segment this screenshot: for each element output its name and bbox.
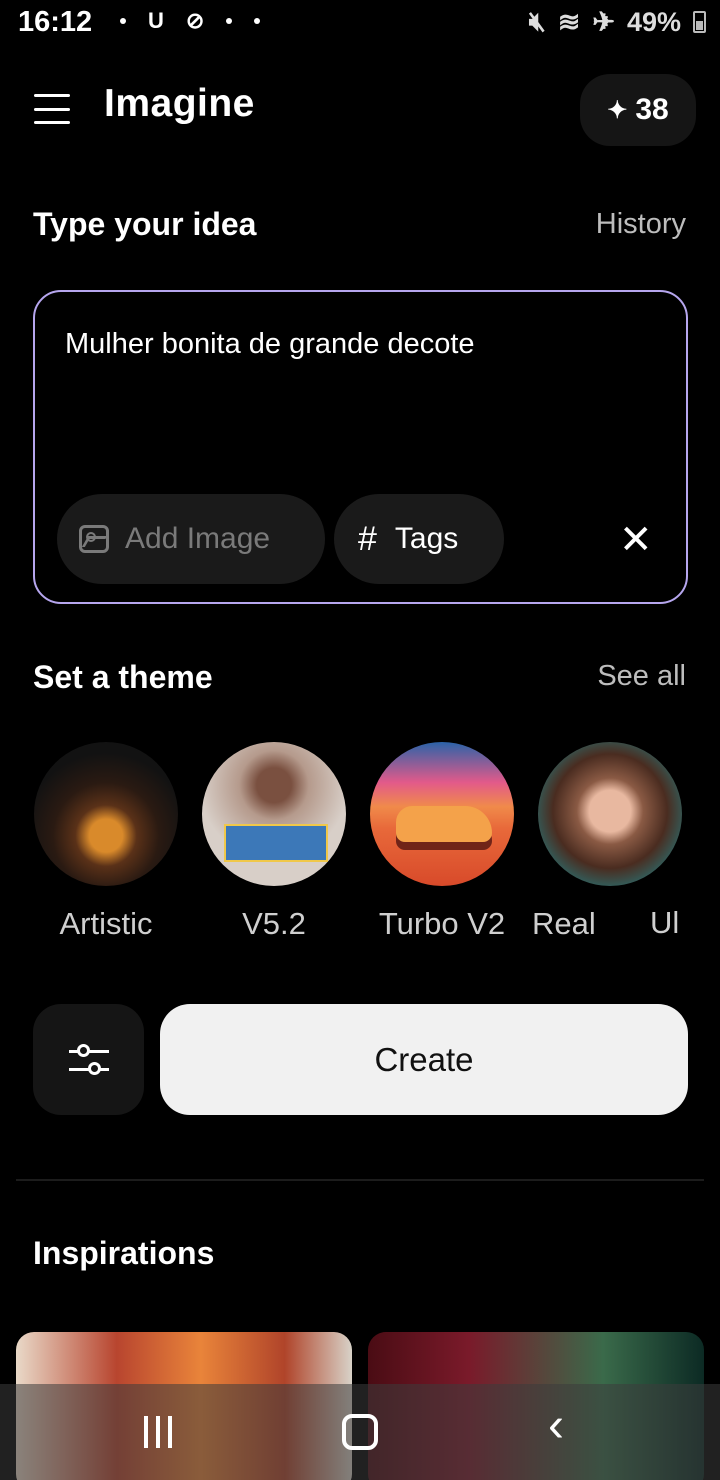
battery-icon (693, 11, 706, 33)
prompt-text[interactable]: Mulher bonita de grande decote (65, 328, 475, 361)
prompt-input[interactable]: Mulher bonita de grande decote Add Image… (33, 290, 688, 604)
dot-icon (254, 18, 261, 24)
history-link[interactable]: History (596, 208, 686, 241)
credits-count: 38 (635, 93, 669, 126)
page-title: Imagine (104, 82, 255, 125)
back-icon[interactable]: ‹ (548, 1402, 564, 1450)
status-notification-icons: U ⊘ (120, 8, 261, 34)
add-image-label: Add Image (125, 522, 271, 555)
theme-item-ul[interactable]: Ul (650, 905, 720, 941)
menu-icon[interactable] (34, 94, 70, 124)
status-bar: 16:12 U ⊘ 🔇︎ ≋ ✈ 49% (0, 0, 720, 50)
theme-label: Turbo V2 (378, 906, 506, 941)
theme-item-turbo-v2[interactable]: Turbo V2 (358, 742, 526, 942)
tags-label: Tags (394, 522, 459, 555)
home-icon[interactable] (342, 1414, 378, 1450)
theme-thumbnail (370, 742, 514, 886)
inspirations-title: Inspirations (33, 1235, 215, 1271)
system-nav-bar: ‹ (0, 1384, 720, 1480)
add-image-button[interactable]: Add Image (57, 494, 325, 584)
divider (16, 1179, 704, 1181)
tags-button[interactable]: # Tags (334, 494, 504, 584)
dot-icon (226, 18, 233, 24)
notification-u-icon: U (148, 8, 164, 33)
theme-label: Artistic (59, 906, 153, 941)
blocked-icon: ⊘ (185, 8, 205, 33)
theme-thumbnail (538, 742, 682, 886)
theme-thumbnail (34, 742, 178, 886)
recent-apps-icon[interactable] (144, 1416, 172, 1448)
settings-sliders-button[interactable] (33, 1004, 144, 1115)
theme-label: V5.2 (242, 906, 306, 941)
close-icon[interactable]: ✕ (619, 520, 653, 560)
credits-button[interactable]: ✦ 38 (580, 74, 696, 146)
theme-section-title: Set a theme (33, 659, 213, 695)
theme-item-artistic[interactable]: Artistic (22, 742, 190, 942)
theme-thumbnail (202, 742, 346, 886)
mute-icon: 🔇︎ (528, 6, 546, 36)
theme-label: Ul (650, 905, 680, 940)
image-icon (79, 525, 109, 553)
hash-icon: # (358, 519, 377, 558)
theme-item-v52[interactable]: V5.2 (190, 742, 358, 942)
battery-percent: 49% (626, 6, 681, 37)
sliders-icon (69, 1042, 109, 1078)
create-button[interactable]: Create (160, 1004, 688, 1115)
see-all-link[interactable]: See all (597, 660, 686, 693)
dot-icon (120, 18, 126, 24)
wifi-icon: ≋ (557, 6, 581, 37)
sparkle-icon: ✦ (607, 96, 628, 124)
theme-carousel[interactable]: Artistic V5.2 Turbo V2 Real Ul (0, 742, 720, 952)
status-system-icons: 🔇︎ ≋ ✈ 49% (529, 6, 706, 38)
airplane-icon: ✈ (592, 6, 615, 37)
app-header: Imagine ✦ 38 (0, 70, 720, 150)
idea-section-title: Type your idea (33, 206, 257, 242)
status-time: 16:12 (18, 6, 93, 38)
